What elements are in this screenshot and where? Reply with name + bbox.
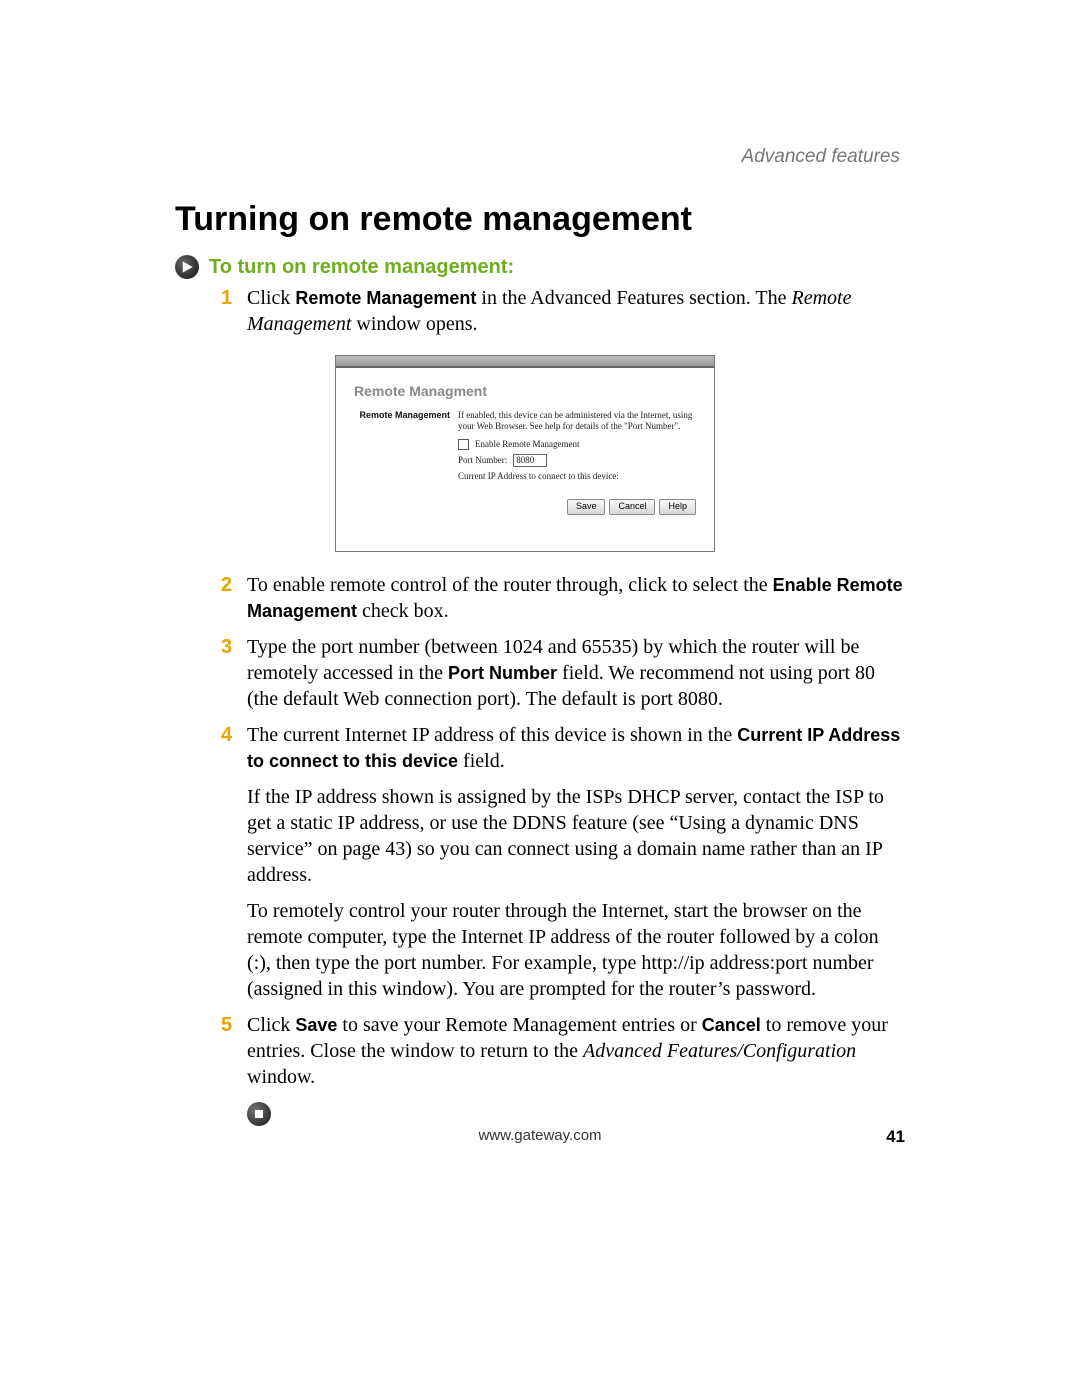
port-number-label: Port Number:: [458, 455, 507, 467]
text: The current Internet IP address of this …: [247, 724, 737, 746]
body-paragraph: If the IP address shown is assigned by t…: [247, 784, 905, 888]
text: field.: [463, 750, 505, 772]
step-3: Type the port number (between 1024 and 6…: [225, 634, 905, 712]
text: to save your Remote Management entries o…: [342, 1014, 701, 1036]
text: window opens.: [356, 313, 477, 335]
ui-term: Port Number: [448, 663, 557, 683]
screenshot-figure: Remote Managment Remote Management If en…: [335, 355, 715, 552]
panel-title: Remote Managment: [354, 382, 696, 400]
row-label: Remote Management: [354, 410, 450, 483]
save-button[interactable]: Save: [567, 499, 606, 515]
page-footer: www.gateway.com 41: [175, 1127, 905, 1147]
steps-list: Click Remote Management in the Advanced …: [175, 285, 905, 1090]
enable-remote-management-label: Enable Remote Management: [475, 439, 579, 451]
page: Advanced features Turning on remote mana…: [0, 0, 1080, 1397]
body-paragraph: To remotely control your router through …: [247, 898, 905, 1002]
text: in the Advanced Features section. The: [481, 287, 791, 309]
screenshot-tabbar: [336, 356, 714, 368]
running-head: Advanced features: [742, 146, 900, 168]
row-description: If enabled, this device can be administe…: [458, 410, 696, 433]
text: window.: [247, 1066, 315, 1088]
step-4: The current Internet IP address of this …: [225, 722, 905, 1002]
help-button[interactable]: Help: [659, 499, 696, 515]
window-name: Advanced Features/Configuration: [583, 1040, 856, 1062]
ui-term: Save: [295, 1015, 337, 1035]
text: To enable remote control of the router t…: [247, 574, 773, 596]
enable-remote-management-checkbox[interactable]: [458, 439, 469, 450]
step-2: To enable remote control of the router t…: [225, 572, 905, 624]
button-row: Save Cancel Help: [354, 499, 696, 515]
cancel-button[interactable]: Cancel: [609, 499, 655, 515]
step-5: Click Save to save your Remote Managemen…: [225, 1012, 905, 1090]
current-ip-label: Current IP Address to connect to this de…: [458, 471, 619, 483]
screenshot-window: Remote Managment Remote Management If en…: [335, 355, 715, 552]
play-icon: [175, 255, 199, 279]
text: Click: [247, 287, 295, 309]
howto-row: To turn on remote management:: [175, 255, 905, 279]
text: check box.: [362, 600, 449, 622]
text: Click: [247, 1014, 295, 1036]
footer-url: www.gateway.com: [175, 1127, 905, 1144]
howto-heading: To turn on remote management:: [209, 256, 514, 279]
port-number-field[interactable]: 8080: [513, 454, 547, 467]
ui-term: Remote Management: [295, 288, 476, 308]
step-1: Click Remote Management in the Advanced …: [225, 285, 905, 552]
stop-icon: [247, 1102, 271, 1126]
screenshot-content: Remote Managment Remote Management If en…: [336, 368, 714, 533]
ui-term: Cancel: [702, 1015, 761, 1035]
section-title: Turning on remote management: [175, 200, 905, 239]
